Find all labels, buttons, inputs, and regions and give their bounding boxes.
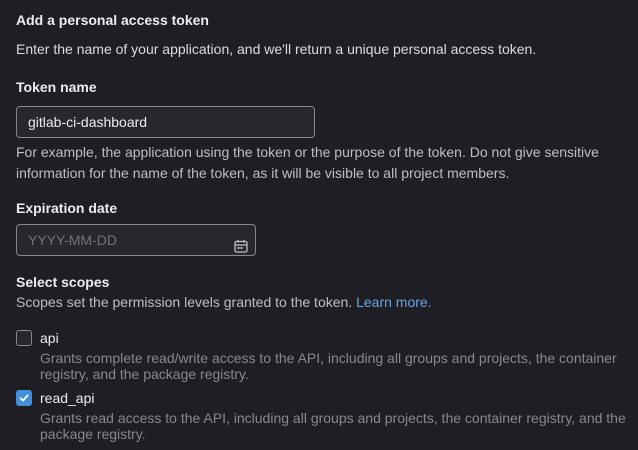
- expiration-date-input[interactable]: YYYY-MM-DD: [16, 224, 256, 256]
- scope-api-checkbox[interactable]: [16, 330, 32, 346]
- token-name-label: Token name: [16, 79, 97, 95]
- select-scopes-label: Select scopes: [16, 274, 110, 290]
- scope-api-label[interactable]: api: [40, 330, 59, 346]
- expiration-date-label: Expiration date: [16, 200, 118, 216]
- token-name-input[interactable]: gitlab-ci-dashboard: [16, 106, 315, 138]
- scope-api-description: Grants complete read/write access to the…: [40, 350, 617, 382]
- checkmark-icon: [19, 394, 29, 402]
- scope-read-api-label[interactable]: read_api: [40, 390, 95, 406]
- scope-read-api-checkbox[interactable]: [16, 390, 32, 406]
- section-title: Add a personal access token: [16, 12, 209, 28]
- learn-more-link[interactable]: Learn more.: [356, 294, 431, 310]
- expiration-date-placeholder: YYYY-MM-DD: [28, 232, 117, 248]
- calendar-icon[interactable]: [234, 233, 248, 253]
- scopes-help-text: Scopes set the permission levels granted…: [16, 294, 353, 310]
- scopes-help: Scopes set the permission levels granted…: [16, 292, 432, 313]
- token-name-help: For example, the application using the t…: [16, 144, 599, 181]
- section-intro: Enter the name of your application, and …: [16, 41, 537, 57]
- scope-read-api-description: Grants read access to the API, including…: [40, 410, 626, 442]
